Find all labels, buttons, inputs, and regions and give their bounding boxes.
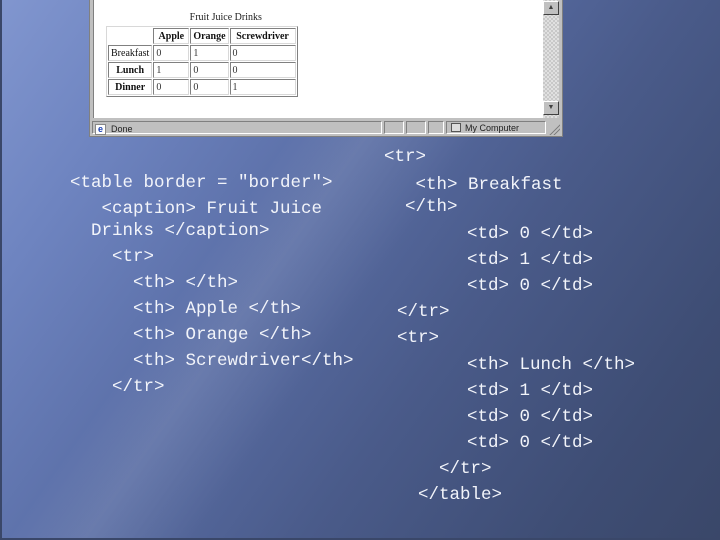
table-caption: Fruit Juice Drinks bbox=[189, 12, 262, 23]
code-line: <tr> bbox=[70, 247, 155, 267]
browser-viewport: Fruit Juice Drinks Apple Orange Screwdri… bbox=[93, 0, 544, 118]
code-line: <td> 0 </td> bbox=[404, 224, 594, 244]
code-line: <tr> bbox=[384, 147, 427, 167]
status-pane bbox=[406, 121, 426, 134]
code-line: <td> 0 </td> bbox=[404, 407, 594, 427]
browser-window: Fruit Juice Drinks Apple Orange Screwdri… bbox=[89, 0, 563, 137]
code-line: <td> 0 </td> bbox=[404, 276, 594, 296]
status-main-pane: e Done bbox=[92, 121, 382, 135]
rendered-table: Fruit Juice Drinks Apple Orange Screwdri… bbox=[106, 12, 298, 97]
code-line: </tr> bbox=[397, 459, 492, 479]
row-header: Dinner bbox=[108, 79, 153, 95]
table-header-row: Apple Orange Screwdriver bbox=[108, 28, 296, 44]
scroll-down-arrow-icon[interactable]: ▼ bbox=[543, 101, 559, 115]
code-line: <th> Apple </th> bbox=[70, 299, 302, 319]
table-cell: 1 bbox=[153, 62, 190, 78]
security-zone-pane: My Computer bbox=[446, 121, 546, 134]
code-line: <th> Lunch </th> bbox=[404, 355, 636, 375]
table-cell: 0 bbox=[229, 62, 296, 78]
fruit-juice-table: Apple Orange Screwdriver Breakfast 0 1 0… bbox=[106, 26, 298, 97]
code-line: <th> Screwdriver</th> bbox=[70, 351, 354, 371]
header-cell bbox=[108, 28, 152, 44]
table-cell: 0 bbox=[190, 79, 229, 95]
table-row: Breakfast 0 1 0 bbox=[108, 45, 296, 61]
table-cell: 1 bbox=[190, 45, 229, 61]
code-line: </tr> bbox=[70, 377, 165, 397]
code-line: </tr> bbox=[397, 302, 450, 322]
code-line: </table> bbox=[397, 485, 503, 505]
status-text: Done bbox=[111, 124, 133, 134]
code-line: <td> 1 </td> bbox=[404, 250, 594, 270]
status-pane bbox=[384, 121, 404, 134]
code-line: Drinks </caption> bbox=[70, 221, 270, 241]
table-cell: 0 bbox=[153, 79, 190, 95]
scroll-up-arrow-icon[interactable]: ▲ bbox=[543, 1, 559, 15]
code-line: <th> </th> bbox=[70, 273, 239, 293]
code-line: <tr> bbox=[397, 328, 440, 348]
header-cell: Screwdriver bbox=[229, 28, 296, 44]
status-pane bbox=[428, 121, 444, 134]
table-cell: 1 bbox=[229, 79, 296, 95]
ie-page-icon: e bbox=[95, 124, 106, 135]
header-cell: Orange bbox=[190, 28, 229, 44]
vertical-scrollbar[interactable]: ▲ ▼ bbox=[543, 0, 559, 118]
table-cell: 0 bbox=[153, 45, 190, 61]
table-row: Dinner 0 0 1 bbox=[108, 79, 296, 95]
row-header: Breakfast bbox=[108, 45, 153, 61]
code-line: <td> 0 </td> bbox=[404, 433, 594, 453]
code-line: <th> Orange </th> bbox=[70, 325, 312, 345]
code-line: </th> bbox=[384, 197, 458, 217]
code-line: <table border = "border"> bbox=[70, 173, 333, 193]
header-cell: Apple bbox=[153, 28, 190, 44]
security-zone-text: My Computer bbox=[465, 123, 520, 133]
table-cell: 0 bbox=[190, 62, 229, 78]
slide-edge bbox=[0, 0, 2, 540]
resize-grip-icon[interactable] bbox=[548, 123, 560, 135]
table-row: Lunch 1 0 0 bbox=[108, 62, 296, 78]
row-header: Lunch bbox=[108, 62, 153, 78]
status-bar: e Done My Computer bbox=[92, 120, 560, 135]
code-line: <td> 1 </td> bbox=[404, 381, 594, 401]
table-cell: 0 bbox=[229, 45, 296, 61]
computer-icon bbox=[451, 123, 461, 132]
